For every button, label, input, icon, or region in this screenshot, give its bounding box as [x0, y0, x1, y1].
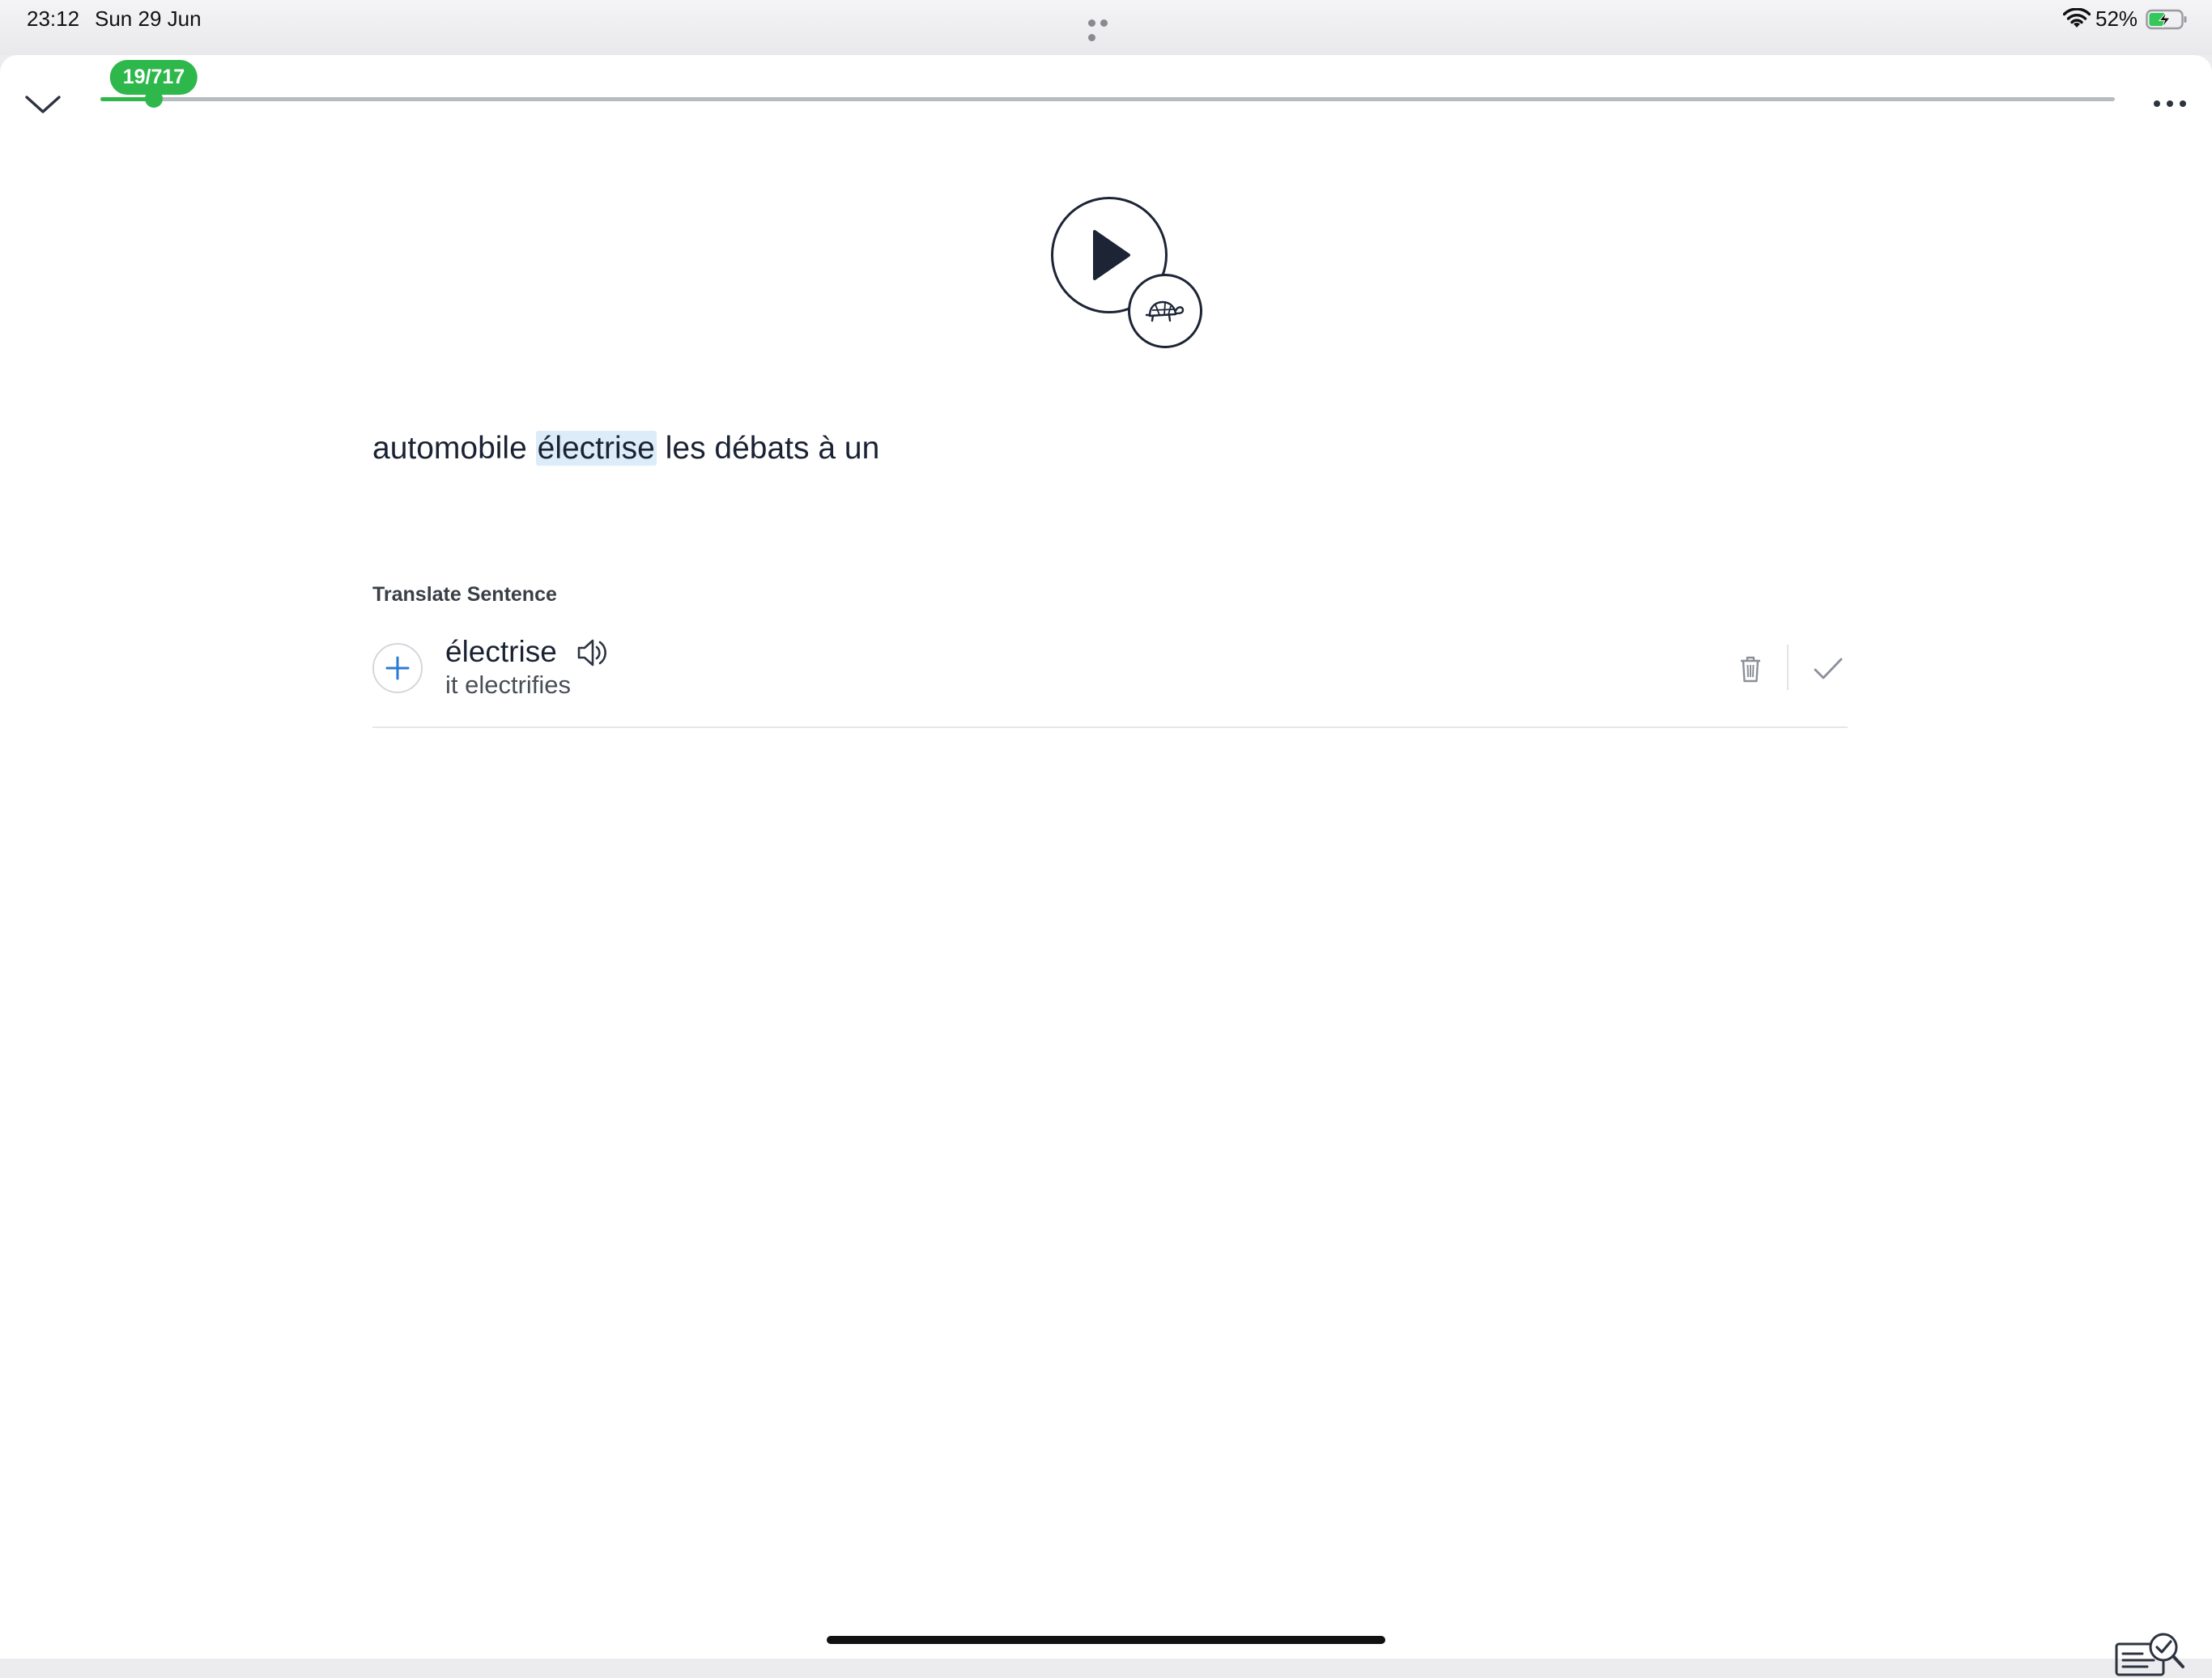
sentence-word[interactable]: automobile	[372, 431, 527, 466]
wifi-icon	[2063, 8, 2091, 28]
term-translation: it electrifies	[445, 671, 572, 699]
term-row-divider	[372, 726, 1848, 728]
sentence-word[interactable]: débats	[714, 431, 809, 466]
translate-sentence-label[interactable]: Translate Sentence	[372, 583, 557, 607]
sentence-word[interactable]: les	[666, 431, 706, 466]
sentence-word[interactable]: à	[818, 431, 836, 466]
term-word: électrise	[445, 635, 557, 668]
battery-charging-icon	[2146, 9, 2187, 30]
sentence-word[interactable]: un	[844, 431, 879, 466]
sentence-text: automobile électrise les débats à un	[372, 431, 879, 466]
delete-term-button[interactable]	[1733, 651, 1768, 687]
progress-badge: 19/717	[109, 60, 198, 95]
turtle-icon	[1145, 300, 1185, 322]
trash-icon	[1741, 656, 1760, 683]
chevron-down-icon	[25, 96, 61, 113]
check-icon	[1814, 658, 1843, 679]
home-indicator[interactable]	[827, 1636, 1385, 1644]
lesson-progress-bar[interactable]: 19/717	[100, 60, 2115, 108]
plus-icon	[385, 656, 410, 680]
confirm-term-button[interactable]	[1809, 651, 1848, 687]
status-time: 23:12	[27, 6, 80, 31]
review-check-icon[interactable]	[2115, 1629, 2188, 1678]
speaker-icon[interactable]	[575, 635, 610, 671]
collapse-button[interactable]	[19, 81, 66, 128]
slow-audio-button[interactable]	[1128, 274, 1202, 348]
action-divider	[1787, 645, 1789, 690]
status-bar: 23:12 Sun 29 Jun 52%	[0, 0, 2212, 55]
battery-percent: 52%	[2095, 6, 2138, 31]
play-icon	[1093, 230, 1130, 280]
multitasking-dots-icon[interactable]	[1088, 16, 1124, 41]
sentence-word-highlighted[interactable]: électrise	[535, 431, 657, 466]
status-date: Sun 29 Jun	[95, 6, 202, 31]
more-dots-icon	[2154, 100, 2160, 107]
more-options-button[interactable]	[2147, 89, 2193, 118]
add-term-button[interactable]	[372, 643, 423, 693]
lesson-sheet: 19/717 automobile électrise les débats à…	[0, 55, 2212, 1676]
